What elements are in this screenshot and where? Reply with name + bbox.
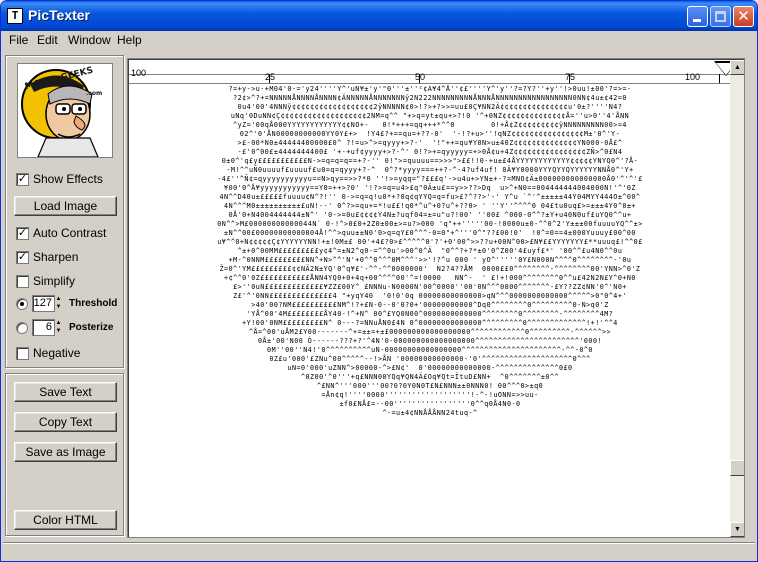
image-preview: MAJOR GEEKS .com (17, 63, 113, 158)
scroll-down-button[interactable]: ▼ (730, 522, 744, 537)
menu-bar: File Edit Window Help (1, 31, 757, 49)
threshold-radio[interactable] (16, 298, 28, 310)
ascii-line: ^Å=^00'uÅM2£Y00-------^+=±±=+±£000000000… (248, 328, 612, 336)
image-options-group: MAJOR GEEKS .com ✓ Show Effects Load Ima… (5, 55, 124, 368)
sharpen-checkbox[interactable]: ✓ (16, 251, 29, 264)
menu-help[interactable]: Help (117, 32, 142, 48)
ascii-line: 0N^^>M£00000000000044N` 0-!^>0£0+2Z0±00±… (217, 220, 643, 228)
ascii-line: 0M''00''N4!'0^^^^^^^^^^uN-00000000000000… (267, 346, 593, 354)
auto-contrast-checkbox[interactable]: ✓ (16, 227, 29, 240)
posterize-radio[interactable] (16, 322, 28, 334)
title-bar[interactable]: T PicTexter ✕ (1, 1, 757, 31)
menu-file[interactable]: File (9, 32, 28, 48)
ascii-line: ±N^^00£00000000000004Å!^^>quu±±N0'0>q=qY… (224, 229, 636, 237)
ascii-line: u¥^^0+N¢¢¢¢¢Ç¢YYYYYYNN!+±!0M±£ 00'+4£?0>… (217, 238, 643, 246)
ascii-line: -£'0^00£±4444444400£ '+-+uf¢yyyy+>?-^' 0… (237, 148, 623, 156)
ruler-label-left: 100 (131, 68, 147, 78)
width-ruler[interactable]: 100 25 50 75 100 (129, 60, 738, 84)
ascii-line: 0±0^'q£y£££££££££££N->=q=q=q==+?-'' 0!">… (221, 157, 639, 165)
negative-checkbox[interactable] (16, 347, 29, 360)
ascii-line: ¥00'0^Å¥yyyyyyyyyyy==Y0=++>?0' '!?>=q=u4… (224, 184, 636, 192)
ascii-line: 02^'0'ÅN00000000000YY0Y£+> !Y4£?+==qu=+?… (239, 130, 621, 138)
ruler-label-25: 25 (265, 72, 276, 82)
ascii-line: >40'00?NM££££££££££NM^!?+£N-0--0'0?0+'00… (251, 301, 609, 309)
ascii-line: =Ån¢q!''''0000'''''''''''''''''''!-^-!uO… (321, 391, 539, 399)
ruler-label-75: 75 (565, 72, 576, 82)
ascii-line: Ž=0^'YM£££££££££¢¢NÄ2N±YQ'0^q¥£'-^^-^^00… (219, 265, 641, 273)
close-button[interactable]: ✕ (733, 6, 754, 27)
ascii-line: ^-=u±4¢NNÅÅÅNN24tuq-^ (382, 409, 478, 417)
ascii-line: +¢^^0'0Z£££££££££££ÅNN4YQ0+0+4q+00^^^^00… (224, 274, 636, 282)
ascii-line: +M-^0NNM£££££££££NN^+N>^^'N'+0^^0^^^0M^^… (228, 256, 632, 264)
menu-edit[interactable]: Edit (37, 32, 58, 48)
ascii-line: 4N^^D40u±£££££fuuuu¢N^?!'' 0->=q=q!u0*+?… (219, 193, 641, 201)
ruler-tick (419, 74, 420, 83)
ascii-line: Z£'^'0NN££££££££££££££4 "+yqY40 '0!0'0q … (233, 292, 627, 300)
ascii-line: uNq'0DuNN¢Ç¢¢¢¢¢¢¢¢¢¢¢¢¢¢¢¢¢¢¢2NM=q^^ "+… (230, 112, 630, 120)
ascii-line: +Y!00'0NM£££££££££N^ 0---?=NNuÅN0£4N 0^0… (242, 319, 618, 327)
color-html-button[interactable]: Color HTML (14, 510, 117, 530)
sharpen-label: Sharpen (33, 250, 79, 264)
minimize-button[interactable] (687, 6, 708, 27)
menu-window[interactable]: Window (68, 32, 111, 48)
simplify-label: Simplify (33, 274, 76, 288)
window-title: PicTexter (28, 7, 90, 23)
ascii-line: -M!^^uÑ0uuuuf£uuuuf£u0=q=qyyy+?-^ 0^?*yy… (226, 166, 634, 174)
app-window: T PicTexter ✕ File Edit Window Help MAJO… (0, 0, 758, 562)
copy-text-button[interactable]: Copy Text (14, 412, 117, 432)
save-text-button[interactable]: Save Text (14, 382, 117, 402)
ascii-line: ?2¢>^?+=NNNNNÅNNNNÅNNNN¢ÄNNNNNÅNNNNNNNÿ2… (233, 94, 627, 102)
auto-contrast-label: Auto Contrast (33, 226, 107, 240)
ruler-baseline (129, 74, 730, 75)
threshold-label: Threshold (69, 298, 118, 309)
ascii-line: ^£NN^'''000'''00?0?0Y0N0T£N£NNN±±0NNN0! … (316, 382, 544, 390)
ruler-tick (269, 74, 270, 83)
ascii-line: ?=+y->u-+M04'0-='y24''''Y^'uN¥±'y'"0'''±… (228, 85, 632, 93)
show-effects-checkbox[interactable]: ✓ (16, 173, 29, 186)
status-bar (3, 542, 755, 561)
ascii-line: >£-00*N0±44444400000£0^ ?!=u>^>=qyyy+>?-… (237, 139, 623, 147)
posterize-value-field[interactable]: 6 (32, 319, 55, 336)
load-image-button[interactable]: Load Image (14, 196, 117, 216)
ruler-label-50: 50 (415, 72, 426, 82)
maximize-button[interactable] (710, 6, 731, 27)
vertical-scrollbar[interactable]: ▲ ▼ (730, 60, 744, 537)
ascii-line: ^0Z00'^0'''+q£NNN00YQq¥QN4Ä£Oq¥Qt=ÏtuD£N… (301, 373, 559, 381)
ruler-tick (569, 74, 570, 83)
maximize-icon (715, 11, 726, 22)
minimize-icon (693, 19, 701, 22)
ascii-output-view[interactable]: 100 25 50 75 100 ?=+y->u-+M04'0-='y24'''… (127, 58, 745, 538)
ascii-line: -4£''^Ñ¢=qyyyyyyyyyyu==N>qy==>>?*0 ''!>=… (217, 175, 643, 183)
output-actions-group: Save Text Copy Text Save as Image Color … (5, 373, 124, 536)
ascii-line: uN=0'000'uZNN^>00000-^>£N¢' 0'0000000000… (287, 364, 573, 372)
show-effects-label: Show Effects (33, 172, 103, 186)
close-icon: ✕ (737, 7, 750, 25)
ascii-line: ^yZ='00qÅ000YYYYYYYYYYYY¢¢NO+- 0!*+++=qq… (233, 121, 627, 129)
ascii-line: 0Å±'00'N00 Ò------???+?'^4N'0-0000000000… (258, 337, 602, 345)
ascii-art-text[interactable]: ?=+y->u-+M04'0-='y24''''Y^'uN¥±'y'"0'''±… (130, 85, 730, 537)
ascii-line: 0u4'00'4NNNÿ¢¢¢¢¢¢¢¢¢¢¢¢¢¢¢¢¢¢2ÿNNNNN¢0>… (237, 103, 623, 111)
threshold-spin-arrows[interactable]: ▲ ▼ (55, 295, 62, 312)
scroll-up-button[interactable]: ▲ (730, 60, 744, 75)
ascii-line: 0Z£u'000'£ZNu^00^^^^^--!>ÅN '00000000000… (269, 355, 591, 363)
options-panel: MAJOR GEEKS .com ✓ Show Effects Load Ima… (5, 55, 124, 536)
app-icon: T (7, 8, 23, 24)
simplify-checkbox[interactable] (16, 275, 29, 288)
ascii-line: 'YÅ^00'4M££££££££ÅY40-!^+N^ 00^£YQ0N00^0… (246, 310, 614, 318)
ascii-line: ±f0£NÅ£=--00'''''''''''''''''0^^q0Å4N0-0 (339, 400, 521, 408)
ascii-line: 4N^^^M0±±±±±±±±±±£uN!--' 0^?>=qu+=*!u££!… (224, 202, 636, 210)
scroll-thumb[interactable] (730, 460, 744, 476)
ruler-label-100: 100 (685, 72, 701, 82)
negative-label: Negative (33, 346, 81, 360)
posterize-label: Posterize (69, 322, 114, 333)
posterize-spin-arrows[interactable]: ▲ ▼ (55, 319, 62, 336)
threshold-value-field[interactable]: 127 (32, 295, 55, 312)
logo-suffix: .com (86, 90, 103, 97)
ascii-line: 0Å'0+N4004444444±N^' '0->=0u£¢¢¢¢Y4N±?uq… (228, 211, 632, 219)
ascii-line: ^±+0^00MM£££££££££y¢4^=±N2^q0-=^^0u'>00^… (237, 247, 623, 255)
ascii-line: £>''0uN£££££££££££££¥ZZ£00Y^ £NNNu-N0000… (233, 283, 627, 291)
save-as-image-button[interactable]: Save as Image (14, 442, 117, 462)
